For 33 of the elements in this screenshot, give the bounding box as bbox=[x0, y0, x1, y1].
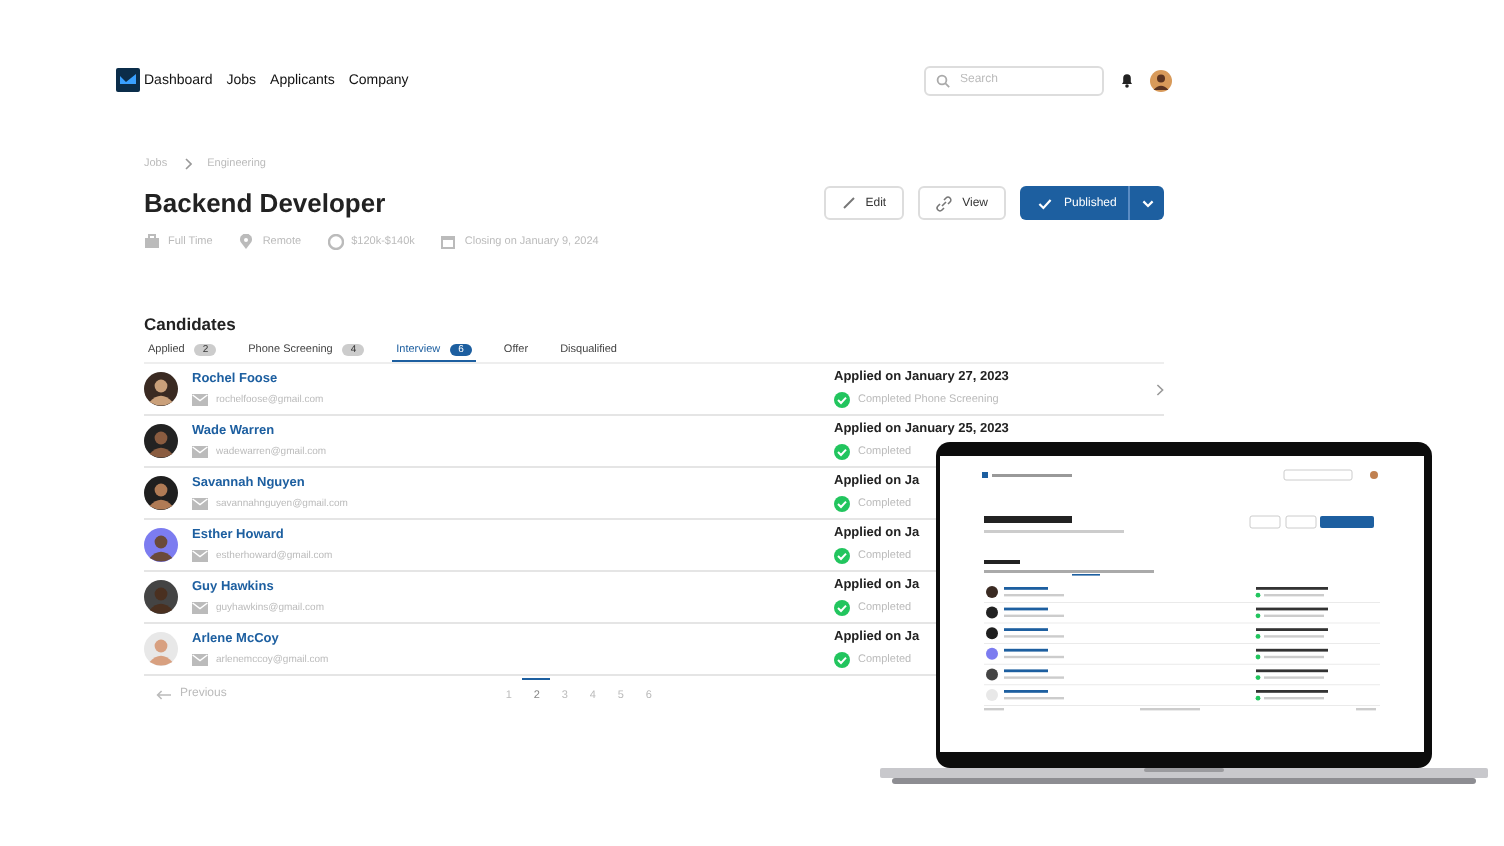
mail-icon bbox=[192, 446, 208, 458]
dropdown-button[interactable] bbox=[1128, 186, 1164, 220]
avatar-icon bbox=[144, 580, 178, 614]
check-circle-icon bbox=[834, 600, 850, 616]
chevron-down-icon bbox=[1141, 199, 1153, 207]
avatar-icon bbox=[144, 424, 178, 458]
briefcase-icon bbox=[144, 234, 160, 250]
check-circle-icon bbox=[834, 548, 850, 564]
check-circle-icon bbox=[834, 444, 850, 460]
check-circle-icon bbox=[834, 496, 850, 512]
pencil-icon bbox=[841, 196, 856, 210]
link-icon bbox=[936, 195, 953, 211]
avatar-icon bbox=[144, 632, 178, 666]
logo-icon bbox=[116, 68, 140, 92]
check-circle-icon bbox=[834, 392, 850, 408]
bell-icon bbox=[1120, 72, 1134, 88]
check-circle-icon bbox=[834, 652, 850, 668]
mail-icon bbox=[192, 602, 208, 614]
check-icon bbox=[1038, 197, 1052, 209]
mail-icon bbox=[192, 550, 208, 562]
mail-icon bbox=[192, 498, 208, 510]
mail-icon bbox=[192, 654, 208, 666]
avatar-icon bbox=[144, 528, 178, 562]
avatar-icon bbox=[1150, 69, 1172, 91]
chevron-right-icon bbox=[183, 158, 192, 170]
location-pin-icon bbox=[238, 234, 255, 250]
job-title: Backend Developer bbox=[144, 188, 388, 220]
arrow-left-icon bbox=[156, 689, 172, 699]
calendar-icon bbox=[440, 234, 457, 250]
avatar-icon bbox=[144, 476, 178, 510]
section-heading: Candidates bbox=[144, 314, 238, 334]
mail-icon bbox=[192, 394, 208, 406]
avatar-icon bbox=[144, 372, 178, 406]
